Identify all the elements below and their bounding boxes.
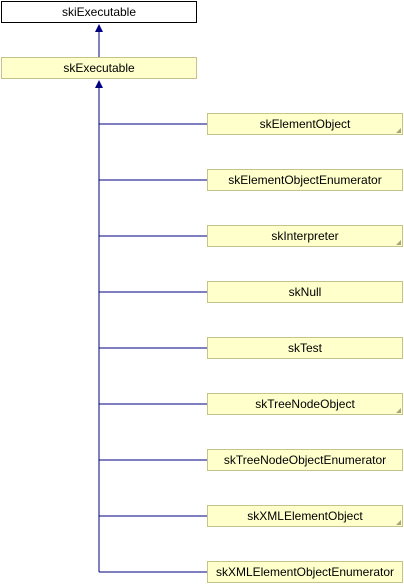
node-skXMLElementObject[interactable]: skXMLElementObject bbox=[207, 505, 403, 527]
node-skTreeNodeObject[interactable]: skTreeNodeObject bbox=[207, 393, 403, 415]
node-skExecutable[interactable]: skExecutable bbox=[1, 57, 197, 79]
node-skiExecutable[interactable]: skiExecutable bbox=[1, 1, 197, 23]
fold-corner-icon bbox=[396, 128, 401, 133]
node-skElementObject[interactable]: skElementObject bbox=[207, 113, 403, 135]
node-skXMLElementObjectEnumerator[interactable]: skXMLElementObjectEnumerator bbox=[207, 561, 403, 583]
node-label: skiExecutable bbox=[61, 5, 137, 19]
inheritance-arrow-icon bbox=[95, 80, 103, 88]
node-label: skElementObject bbox=[259, 117, 351, 131]
node-label: skElementObjectEnumerator bbox=[228, 173, 382, 187]
node-label: skExecutable bbox=[63, 61, 135, 75]
inheritance-diagram: skiExecutable skExecutable skElementObje… bbox=[0, 0, 404, 584]
node-label: skXMLElementObject bbox=[247, 509, 363, 523]
node-skInterpreter[interactable]: skInterpreter bbox=[207, 225, 403, 247]
node-label: skTreeNodeObject bbox=[255, 397, 355, 411]
node-skElementObjectEnumerator[interactable]: skElementObjectEnumerator bbox=[207, 169, 403, 191]
node-skNull[interactable]: skNull bbox=[207, 281, 403, 303]
node-label: skXMLElementObjectEnumerator bbox=[215, 565, 395, 579]
node-skTreeNodeObjectEnumerator[interactable]: skTreeNodeObjectEnumerator bbox=[207, 449, 403, 471]
fold-corner-icon bbox=[396, 520, 401, 525]
node-skTest[interactable]: skTest bbox=[207, 337, 403, 359]
fold-corner-icon bbox=[396, 240, 401, 245]
node-label: skTreeNodeObjectEnumerator bbox=[223, 453, 387, 467]
node-label: skNull bbox=[288, 285, 322, 299]
fold-corner-icon bbox=[396, 408, 401, 413]
inheritance-arrow-icon bbox=[95, 24, 103, 32]
node-label: skInterpreter bbox=[271, 229, 339, 243]
node-label: skTest bbox=[287, 341, 322, 355]
